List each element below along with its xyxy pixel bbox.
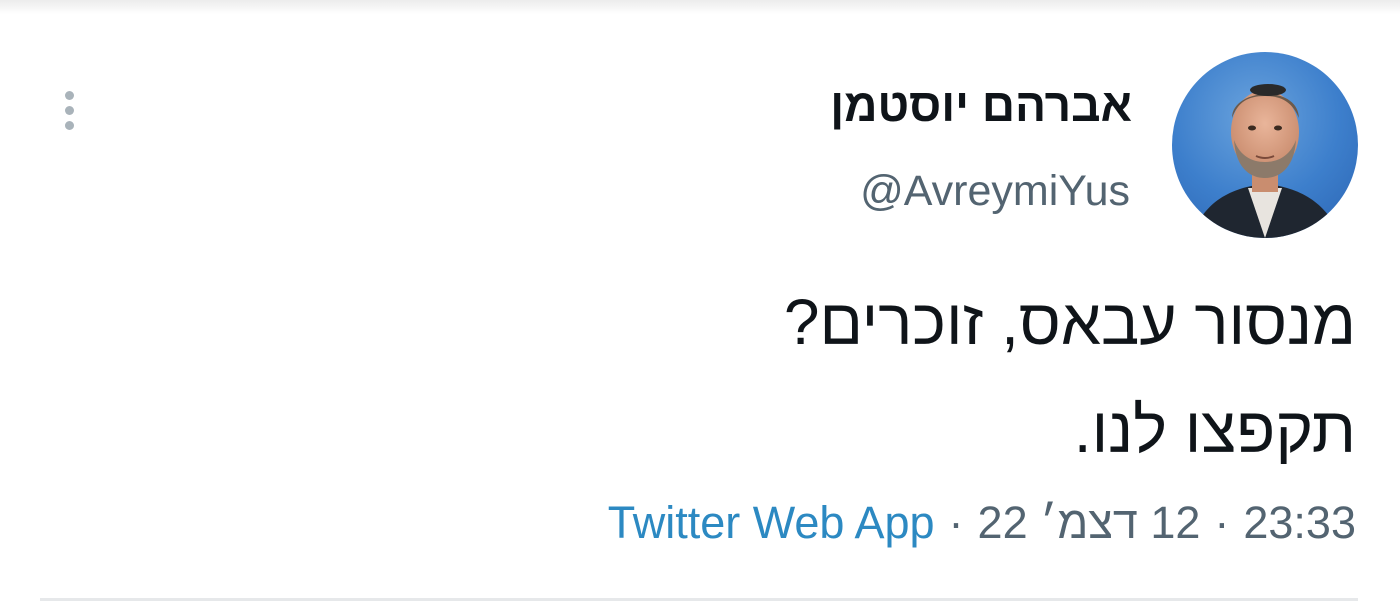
tweet-text-line: תקפצו לנו. [1073,394,1356,466]
separator: · [1214,497,1230,548]
avatar[interactable] [1172,52,1358,238]
author-handle[interactable]: @AvreymiYus [860,170,1130,213]
author-display-name[interactable]: אברהם יוסטמן [830,82,1132,128]
profile-photo [1172,52,1358,238]
bottom-divider [40,598,1358,601]
tweet-source-link[interactable]: Twitter Web App [608,500,935,545]
tweet-text: מנסור עבאס, זוכרים? תקפצו לנו. [356,268,1356,484]
tweet-metadata: Twitter Web App · 12 דצמ׳ 22 · 23:33 [608,500,1356,545]
tweet-date[interactable]: 12 דצמ׳ 22 [978,500,1201,545]
more-options-button[interactable] [50,80,88,140]
tweet-time[interactable]: 23:33 [1243,500,1356,545]
tweet-text-line: מנסור עבאס, זוכרים? [783,286,1356,358]
vertical-ellipsis-icon [64,90,74,130]
separator: · [948,497,964,548]
top-divider [0,0,1400,14]
